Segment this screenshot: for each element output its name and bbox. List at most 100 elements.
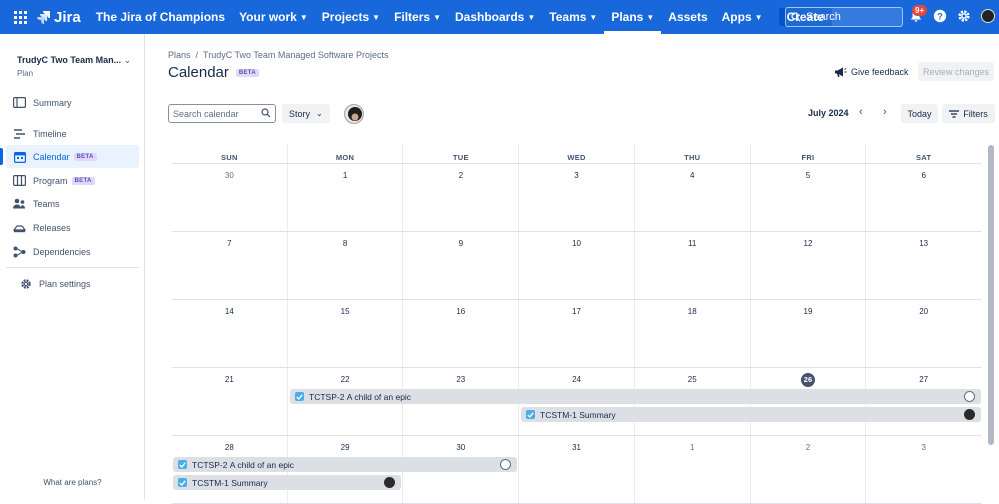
sidebar-item-teams[interactable]: Teams: [6, 192, 139, 215]
calendar-day[interactable]: 4: [633, 164, 750, 231]
review-changes-button[interactable]: Review changes: [918, 62, 994, 81]
sidebar-item-releases[interactable]: Releases: [6, 216, 139, 239]
calendar-week: 30 1 2 3 4 5 6: [172, 164, 981, 232]
what-are-plans-link[interactable]: What are plans?: [0, 478, 145, 487]
calendar-day[interactable]: 21: [172, 368, 287, 435]
search-calendar-input[interactable]: Search calendar: [168, 104, 276, 123]
calendar-day[interactable]: 11: [633, 232, 750, 299]
calendar-day[interactable]: 1: [286, 164, 403, 231]
next-month-icon[interactable]: ›: [883, 106, 887, 118]
chevron-down-icon: ▼: [754, 12, 763, 22]
calendar-day[interactable]: 10: [518, 232, 634, 299]
nav-apps[interactable]: Apps ▼: [715, 0, 770, 34]
day-number: 28: [224, 443, 234, 452]
nav-label: Filters: [394, 10, 431, 24]
calendar-day[interactable]: 18: [633, 300, 750, 367]
assignee-avatar-filter[interactable]: [344, 104, 364, 124]
calendar-day[interactable]: 2: [749, 436, 866, 503]
calendar-day[interactable]: 9: [402, 232, 518, 299]
calendar-day[interactable]: 2: [402, 164, 518, 231]
sidebar: TrudyC Two Team Man... Plan ⌄ Summary Ti…: [0, 34, 145, 500]
breadcrumb-plans[interactable]: Plans: [168, 50, 191, 60]
breadcrumb-plan-name[interactable]: TrudyC Two Team Managed Software Project…: [203, 50, 388, 60]
chevron-down-icon: ⌄: [123, 55, 131, 65]
nav-plans[interactable]: Plans ▼: [604, 0, 661, 34]
calendar-event[interactable]: TCTSP-2 A child of an epic: [290, 389, 981, 404]
sidebar-item-label: Program: [33, 175, 68, 186]
chevron-down-icon: ▼: [433, 12, 441, 22]
sidebar-item-plan-settings[interactable]: Plan settings: [6, 272, 139, 295]
nav-dashboards[interactable]: Dashboards ▼: [448, 0, 542, 34]
day-number: 1: [342, 171, 348, 180]
today-button[interactable]: Today: [901, 104, 938, 123]
nav-teams[interactable]: Teams ▼: [542, 0, 604, 34]
sidebar-item-label: Dependencies: [33, 246, 91, 257]
calendar-day[interactable]: 17: [518, 300, 634, 367]
day-number: 13: [919, 239, 929, 248]
calendar-day[interactable]: 15: [286, 300, 403, 367]
weekday-label: TUE: [402, 144, 518, 163]
site-name[interactable]: The Jira of Champions: [89, 0, 232, 34]
previous-month-icon[interactable]: ‹: [859, 106, 863, 118]
calendar-day[interactable]: 12: [749, 232, 866, 299]
weekday-label: THU: [633, 144, 750, 163]
beta-badge: BETA: [73, 152, 97, 161]
calendar-event[interactable]: TCSTM-1 Summary: [521, 407, 981, 422]
sidebar-item-program[interactable]: Program BETA: [6, 169, 139, 192]
issue-type-label: Story: [289, 108, 311, 119]
calendar-day[interactable]: 3: [518, 164, 634, 231]
give-feedback-button[interactable]: Give feedback: [834, 66, 909, 78]
event-key: TCTSP-2: [192, 459, 228, 470]
sidebar-item-timeline[interactable]: Timeline: [6, 122, 139, 145]
nav-label: Teams: [549, 10, 587, 24]
sidebar-divider: [6, 267, 139, 268]
day-number: 4: [690, 171, 695, 180]
beta-badge: BETA: [71, 176, 95, 185]
global-search-input[interactable]: Search: [785, 7, 903, 27]
filters-button[interactable]: Filters: [942, 104, 995, 123]
calendar-day[interactable]: 19: [749, 300, 866, 367]
teams-icon: [13, 197, 26, 210]
assignee-avatar: [964, 409, 975, 420]
calendar-day[interactable]: 30: [172, 164, 287, 231]
sidebar-item-dependencies[interactable]: Dependencies: [6, 240, 139, 263]
calendar-day[interactable]: 13: [865, 232, 981, 299]
calendar-day[interactable]: 31: [518, 436, 634, 503]
give-feedback-label: Give feedback: [851, 67, 909, 77]
calendar-day[interactable]: 7: [172, 232, 287, 299]
calendar-scrollbar[interactable]: [988, 145, 994, 445]
day-number: 31: [572, 443, 581, 452]
sidebar-item-summary[interactable]: Summary: [6, 91, 139, 114]
nav-projects[interactable]: Projects ▼: [315, 0, 387, 34]
chevron-down-icon: ▼: [646, 12, 655, 22]
project-name: TrudyC Two Team Man...: [17, 55, 122, 65]
assignee-avatar: [384, 477, 395, 488]
jira-icon: [37, 11, 50, 24]
help-icon[interactable]: ?: [933, 9, 947, 23]
weekday-label: MON: [286, 144, 403, 163]
day-number: 21: [224, 375, 234, 384]
chevron-down-icon: ▼: [299, 12, 308, 22]
day-number: 6: [921, 171, 926, 180]
calendar-day[interactable]: 1: [633, 436, 750, 503]
issue-type-dropdown[interactable]: Story ⌄: [282, 104, 330, 123]
nav-assets[interactable]: Assets: [661, 0, 714, 34]
project-switcher[interactable]: TrudyC Two Team Man... Plan ⌄: [17, 55, 137, 78]
calendar-day[interactable]: 20: [865, 300, 981, 367]
calendar-day[interactable]: 14: [172, 300, 287, 367]
calendar-event[interactable]: TCTSP-2 A child of an epic: [173, 457, 517, 472]
settings-gear-icon[interactable]: [957, 9, 971, 23]
app-switcher-icon[interactable]: [14, 10, 27, 24]
jira-logo[interactable]: Jira: [36, 9, 81, 26]
nav-your-work[interactable]: Your work ▼: [232, 0, 315, 34]
nav-filters[interactable]: Filters ▼: [387, 0, 448, 34]
calendar-event[interactable]: TCSTM-1 Summary: [173, 475, 401, 490]
calendar-day[interactable]: 16: [402, 300, 518, 367]
calendar-day[interactable]: 3: [865, 436, 981, 503]
calendar-day[interactable]: 6: [865, 164, 981, 231]
calendar-day[interactable]: 8: [286, 232, 403, 299]
day-number: 7: [227, 239, 232, 248]
profile-avatar[interactable]: [981, 9, 995, 23]
calendar-day[interactable]: 5: [749, 164, 866, 231]
sidebar-item-calendar[interactable]: Calendar BETA: [0, 145, 139, 168]
